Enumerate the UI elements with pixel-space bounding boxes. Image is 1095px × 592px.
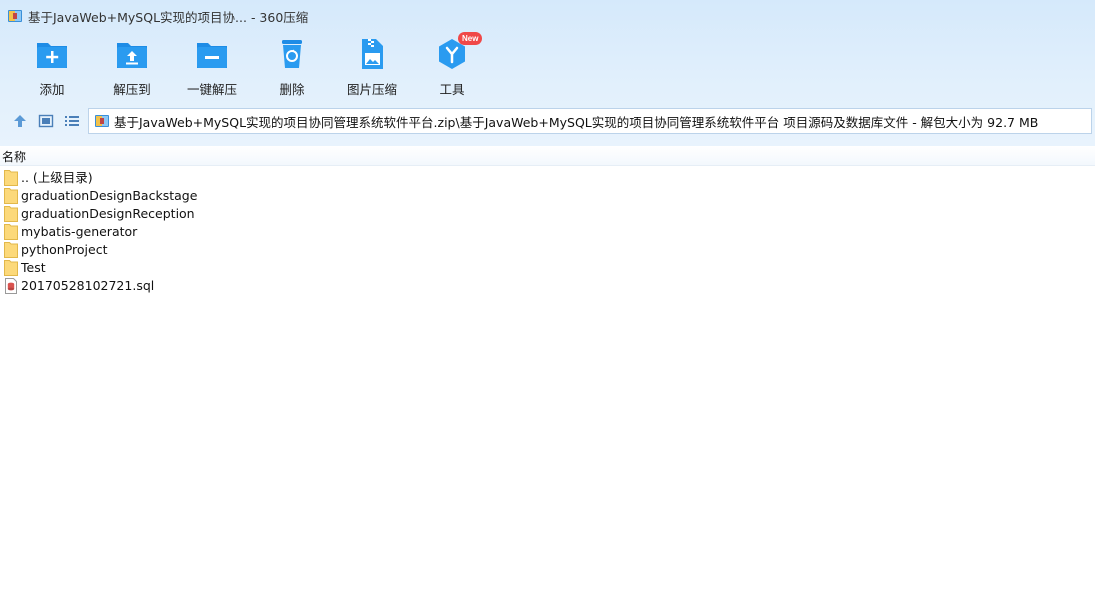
file-name: Test <box>21 260 46 275</box>
toolbar: 添加 解压到 一键解压 删除 图片压缩 New 工具 <box>0 32 700 98</box>
list-item[interactable]: Test <box>0 259 1095 277</box>
sql-file-icon <box>5 278 17 294</box>
file-name: mybatis-generator <box>21 224 138 239</box>
add-label: 添加 <box>39 82 65 97</box>
column-header: 名称 <box>0 146 1095 166</box>
navigation-row: 基于JavaWeb+MySQL实现的项目协同管理系统软件平台.zip\基于Jav… <box>0 106 1095 136</box>
image-compress-button[interactable]: 图片压缩 <box>332 36 412 98</box>
one-click-extract-button[interactable]: 一键解压 <box>172 36 252 98</box>
list-item[interactable]: mybatis-generator <box>0 223 1095 241</box>
address-path: 基于JavaWeb+MySQL实现的项目协同管理系统软件平台.zip\基于Jav… <box>114 114 1039 130</box>
list-item[interactable]: graduationDesignBackstage <box>0 187 1095 205</box>
view-list-icon[interactable] <box>64 113 80 129</box>
image-compress-label: 图片压缩 <box>346 82 397 97</box>
file-name: graduationDesignReception <box>21 206 195 221</box>
tools-button[interactable]: New 工具 <box>412 32 492 98</box>
delete-label: 删除 <box>279 82 305 97</box>
archive-file-icon <box>95 115 109 127</box>
folder-icon <box>4 188 18 204</box>
extract-to-icon <box>117 43 147 68</box>
up-arrow-icon[interactable] <box>12 113 28 129</box>
folder-icon <box>4 242 18 258</box>
one-click-extract-icon <box>197 43 227 68</box>
file-name: graduationDesignBackstage <box>21 188 198 203</box>
folder-icon <box>4 170 18 186</box>
address-bar[interactable]: 基于JavaWeb+MySQL实现的项目协同管理系统软件平台.zip\基于Jav… <box>88 108 1092 134</box>
view-thumbnail-icon[interactable] <box>38 113 54 129</box>
archive-app-icon <box>8 10 22 22</box>
file-name: pythonProject <box>21 242 108 257</box>
extract-to-label: 解压到 <box>113 82 151 97</box>
folder-icon <box>4 224 18 240</box>
add-folder-icon <box>37 43 67 68</box>
delete-trash-icon <box>282 40 302 68</box>
file-name: .. (上级目录) <box>21 170 93 185</box>
folder-icon <box>4 206 18 222</box>
image-compress-icon <box>362 39 383 69</box>
one-click-extract-label: 一键解压 <box>186 82 237 97</box>
list-item-parent-dir[interactable]: .. (上级目录) <box>0 169 1095 187</box>
column-name-header[interactable]: 名称 <box>2 148 26 165</box>
title-bar[interactable]: 基于JavaWeb+MySQL实现的项目协... - 360压缩 <box>0 0 1095 32</box>
folder-icon <box>4 260 18 276</box>
new-badge: New <box>458 32 483 45</box>
add-button[interactable]: 添加 <box>12 36 92 98</box>
extract-to-button[interactable]: 解压到 <box>92 36 172 98</box>
list-item[interactable]: graduationDesignReception <box>0 205 1095 223</box>
file-name: 20170528102721.sql <box>21 278 155 293</box>
window-title: 基于JavaWeb+MySQL实现的项目协... - 360压缩 <box>28 9 309 25</box>
tools-label: 工具 <box>439 82 465 97</box>
tools-icon-wrap: New <box>434 32 483 72</box>
delete-button[interactable]: 删除 <box>252 36 332 98</box>
list-item[interactable]: 20170528102721.sql <box>0 277 1095 295</box>
app-window: 基于JavaWeb+MySQL实现的项目协... - 360压缩 添加 解压到 … <box>0 0 1095 592</box>
list-item[interactable]: pythonProject <box>0 241 1095 259</box>
header-area: 基于JavaWeb+MySQL实现的项目协... - 360压缩 添加 解压到 … <box>0 0 1095 146</box>
